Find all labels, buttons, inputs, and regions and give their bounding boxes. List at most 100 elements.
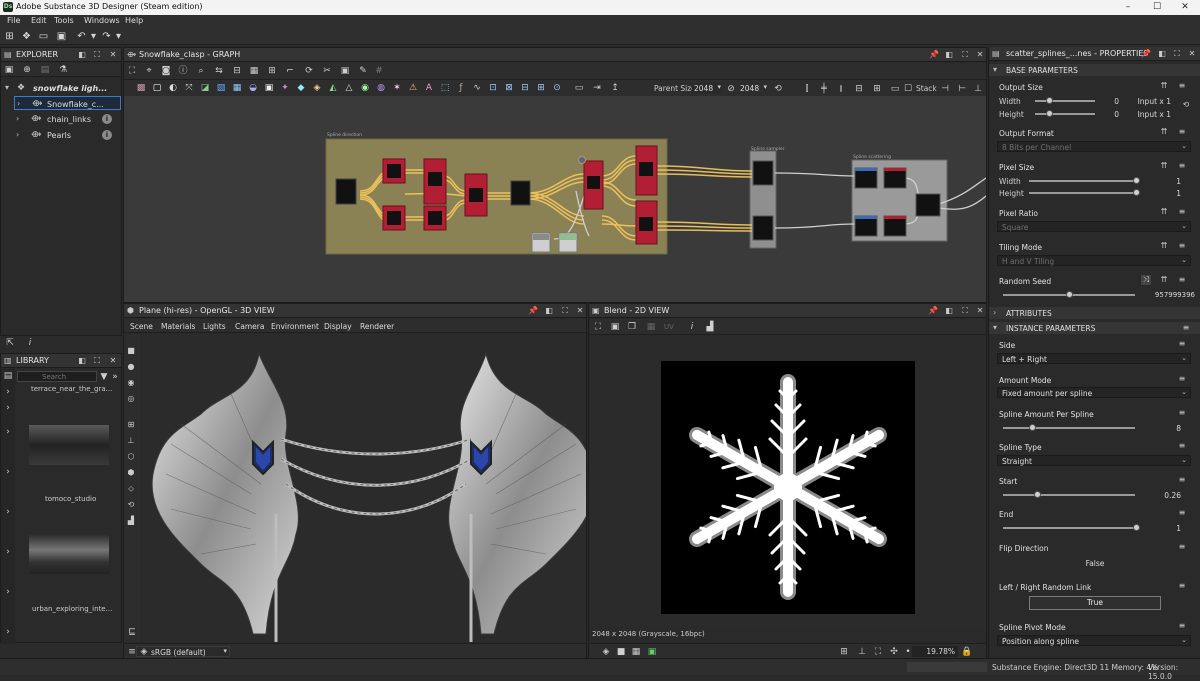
- param-menu-icon[interactable]: ≡: [1177, 408, 1187, 418]
- node-text-icon[interactable]: A: [424, 83, 434, 93]
- end-slider[interactable]: [1003, 527, 1135, 529]
- checker-icon[interactable]: ▦: [631, 647, 641, 657]
- param-menu-icon[interactable]: ≡: [1177, 127, 1187, 137]
- node-curve-icon[interactable]: ◒: [248, 83, 258, 93]
- height-value[interactable]: 0: [1099, 110, 1119, 119]
- close-panel-icon[interactable]: ✕: [108, 356, 118, 366]
- tools-icon[interactable]: ✂: [322, 66, 332, 76]
- section-base-parameters[interactable]: ▾ BASE PARAMETERS: [989, 64, 1200, 76]
- category-icon[interactable]: ›: [3, 507, 13, 517]
- randomize-icon[interactable]: ⤨: [1141, 275, 1151, 285]
- menu-file[interactable]: File: [7, 16, 20, 25]
- histogram-icon[interactable]: ▟: [124, 516, 138, 528]
- filter-icon[interactable]: ▼: [99, 372, 109, 382]
- param-menu-icon[interactable]: ≡: [1177, 621, 1187, 631]
- category-icon[interactable]: ›: [3, 387, 13, 397]
- light-icon[interactable]: ●: [124, 362, 138, 374]
- package-row[interactable]: ▾ ❖ snowflake ligh...: [1, 81, 121, 95]
- info-icon[interactable]: ⓘ: [178, 66, 188, 76]
- side-select[interactable]: Left + Right ⌄: [997, 353, 1191, 364]
- comment-icon[interactable]: ✎: [358, 66, 368, 76]
- frame-selected-icon[interactable]: ⌖: [144, 66, 154, 76]
- node-fx-icon[interactable]: ✦: [280, 83, 290, 93]
- align-right-icon[interactable]: ⫾: [836, 84, 846, 94]
- section-attributes[interactable]: › ATTRIBUTES: [989, 307, 1200, 319]
- inherit-icon[interactable]: ⇈: [1159, 275, 1169, 285]
- frame-all-icon[interactable]: ⛶: [127, 66, 137, 76]
- param-menu-icon[interactable]: ≡: [1177, 81, 1187, 91]
- width-slider-handle[interactable]: [1046, 97, 1053, 104]
- width-mode[interactable]: Input x 1: [1129, 97, 1171, 106]
- channel-icon[interactable]: ■: [616, 647, 626, 657]
- parent-size-select[interactable]: 2048 ▾: [692, 83, 722, 94]
- graph-node-pin[interactable]: [578, 156, 586, 164]
- center-icon[interactable]: ✣: [889, 647, 899, 657]
- node-curve2-icon[interactable]: ∿: [472, 83, 482, 93]
- library-search[interactable]: Search: [17, 371, 97, 382]
- colorspace-select[interactable]: ◈ sRGB (default) ▾: [136, 646, 230, 657]
- undo-icon[interactable]: ↶: [76, 31, 87, 42]
- menu-edit[interactable]: Edit: [31, 16, 47, 25]
- param-menu-icon[interactable]: ≡: [1177, 508, 1187, 518]
- pin-icon[interactable]: 📌: [1141, 49, 1151, 59]
- new-icon[interactable]: ▣: [4, 65, 14, 75]
- cube-icon[interactable]: ⬡: [124, 452, 138, 464]
- node-mask-icon[interactable]: ◭: [328, 83, 338, 93]
- save-icon[interactable]: ▣: [56, 31, 67, 42]
- category-icon[interactable]: ›: [3, 403, 13, 413]
- cube-wire-icon[interactable]: ⬢: [124, 468, 138, 480]
- info-icon[interactable]: i: [687, 322, 697, 332]
- category-icon[interactable]: ›: [3, 467, 13, 477]
- inherit-icon[interactable]: ⇈: [1159, 127, 1169, 137]
- category-icon[interactable]: ›: [3, 427, 13, 437]
- explorer-options-icon[interactable]: ⇱: [5, 338, 15, 348]
- menu-windows[interactable]: Windows: [84, 16, 120, 25]
- tile-icon[interactable]: ▦: [646, 322, 656, 332]
- close-panel-icon[interactable]: ✕: [975, 306, 985, 316]
- grid-icon[interactable]: ▦: [249, 66, 259, 76]
- category-icon[interactable]: ›: [3, 547, 13, 557]
- param-menu-icon[interactable]: ≡: [1177, 475, 1187, 485]
- close-panel-icon[interactable]: ✕: [1187, 49, 1197, 59]
- menu-materials[interactable]: Materials: [161, 322, 195, 331]
- node-warning-icon[interactable]: ⚠: [408, 83, 418, 93]
- float-panel-icon[interactable]: ◧: [544, 306, 554, 316]
- menu-renderer[interactable]: Renderer: [360, 322, 394, 331]
- maximize-panel-icon[interactable]: ⛶: [960, 50, 970, 60]
- node-output-icon[interactable]: ⊡: [488, 83, 498, 93]
- float-panel-icon[interactable]: ◧: [944, 306, 954, 316]
- connect-icon[interactable]: ⌐: [285, 66, 295, 76]
- collapse-arrow-icon[interactable]: ▾: [5, 83, 9, 92]
- param-menu-icon[interactable]: ≡: [1177, 581, 1187, 591]
- spline-amount-slider-handle[interactable]: [1029, 424, 1036, 431]
- output-format-select[interactable]: 8 Bits per Channel ⌄: [997, 141, 1191, 152]
- histogram-icon[interactable]: ▟: [705, 322, 715, 332]
- info-toggle-icon[interactable]: i: [25, 338, 35, 348]
- open-icon[interactable]: ▭: [38, 31, 49, 42]
- align-left-icon[interactable]: ⫿: [802, 84, 812, 94]
- spline-amount-value[interactable]: 8: [1159, 424, 1181, 433]
- maximize-panel-icon[interactable]: ⛶: [92, 50, 102, 60]
- link-icon[interactable]: ⟲: [1181, 100, 1191, 110]
- graph-node[interactable]: [752, 160, 774, 186]
- graph-node[interactable]: [510, 180, 531, 206]
- end-slider-handle[interactable]: [1133, 524, 1140, 531]
- random-seed-value[interactable]: 957999396: [1139, 291, 1195, 299]
- lr-random-link-button[interactable]: True: [1029, 596, 1161, 610]
- stack-checkbox-icon[interactable]: ☐: [903, 84, 913, 94]
- uv-label[interactable]: UV: [664, 323, 674, 331]
- node-blur-icon[interactable]: ▦: [232, 83, 242, 93]
- undo-dropdown-icon[interactable]: ▾: [88, 31, 99, 42]
- menu-display[interactable]: Display: [324, 322, 352, 331]
- expand-arrow-icon[interactable]: ›: [16, 114, 19, 123]
- library-thumbnail[interactable]: [29, 425, 109, 465]
- node-gradient-icon[interactable]: ◐: [168, 83, 178, 93]
- node-pin-icon[interactable]: ⊞: [536, 83, 546, 93]
- param-menu-icon[interactable]: ≡: [1177, 241, 1187, 251]
- height-mode[interactable]: Input x 1: [1129, 110, 1171, 119]
- new-package-icon[interactable]: ❖: [21, 31, 32, 42]
- close-button[interactable]: ✕: [1170, 0, 1200, 15]
- param-menu-icon[interactable]: ≡: [1177, 207, 1187, 217]
- search-icon[interactable]: ⌕: [196, 66, 206, 76]
- info-icon[interactable]: i: [102, 114, 112, 124]
